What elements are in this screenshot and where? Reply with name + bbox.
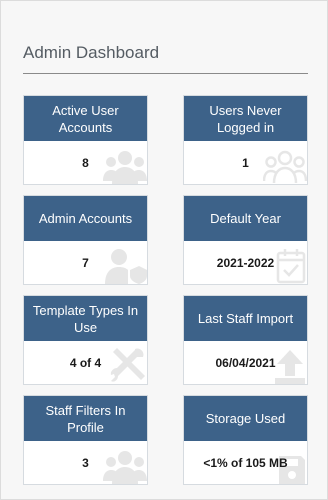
card-template-types-in-use[interactable]: Template Types In Use 4 of 4 — [23, 295, 148, 385]
users-group-icon — [103, 148, 147, 184]
card-label: Users Never Logged in — [184, 96, 307, 141]
card-label: Active User Accounts — [24, 96, 147, 141]
card-label: Staff Filters In Profile — [24, 396, 147, 441]
card-value: <1% of 105 MB — [203, 455, 288, 470]
card-storage-used[interactable]: Storage Used <1% of 105 MB — [183, 395, 308, 485]
card-label: Template Types In Use — [24, 296, 147, 341]
card-users-never-logged-in[interactable]: Users Never Logged in 1 — [183, 95, 308, 185]
users-group-icon — [103, 448, 147, 484]
upload-icon — [273, 348, 307, 384]
card-default-year[interactable]: Default Year 2021-2022 — [183, 195, 308, 285]
card-admin-accounts[interactable]: Admin Accounts 7 — [23, 195, 148, 285]
card-label: Admin Accounts — [24, 196, 147, 241]
card-last-staff-import[interactable]: Last Staff Import 06/04/2021 — [183, 295, 308, 385]
title-divider — [23, 73, 308, 74]
card-value: 8 — [82, 155, 89, 170]
card-value: 3 — [82, 455, 89, 470]
user-shield-icon — [103, 246, 147, 284]
card-value: 2021-2022 — [216, 255, 275, 270]
users-outline-icon — [263, 148, 307, 184]
card-staff-filters-in-profile[interactable]: Staff Filters In Profile 3 — [23, 395, 148, 485]
page-title: Admin Dashboard — [23, 43, 160, 62]
card-value: 06/04/2021 — [215, 355, 276, 370]
card-label: Default Year — [184, 196, 307, 241]
card-value: 4 of 4 — [69, 355, 102, 370]
card-value: 1 — [242, 155, 249, 170]
card-label: Last Staff Import — [184, 296, 307, 341]
admin-dashboard-panel: Admin Dashboard Active User Accounts 8 U… — [0, 0, 328, 500]
calendar-check-icon — [275, 246, 307, 284]
card-active-user-accounts[interactable]: Active User Accounts 8 — [23, 95, 148, 185]
tools-icon — [109, 346, 147, 384]
card-label: Storage Used — [184, 396, 307, 441]
card-value: 7 — [82, 255, 89, 270]
